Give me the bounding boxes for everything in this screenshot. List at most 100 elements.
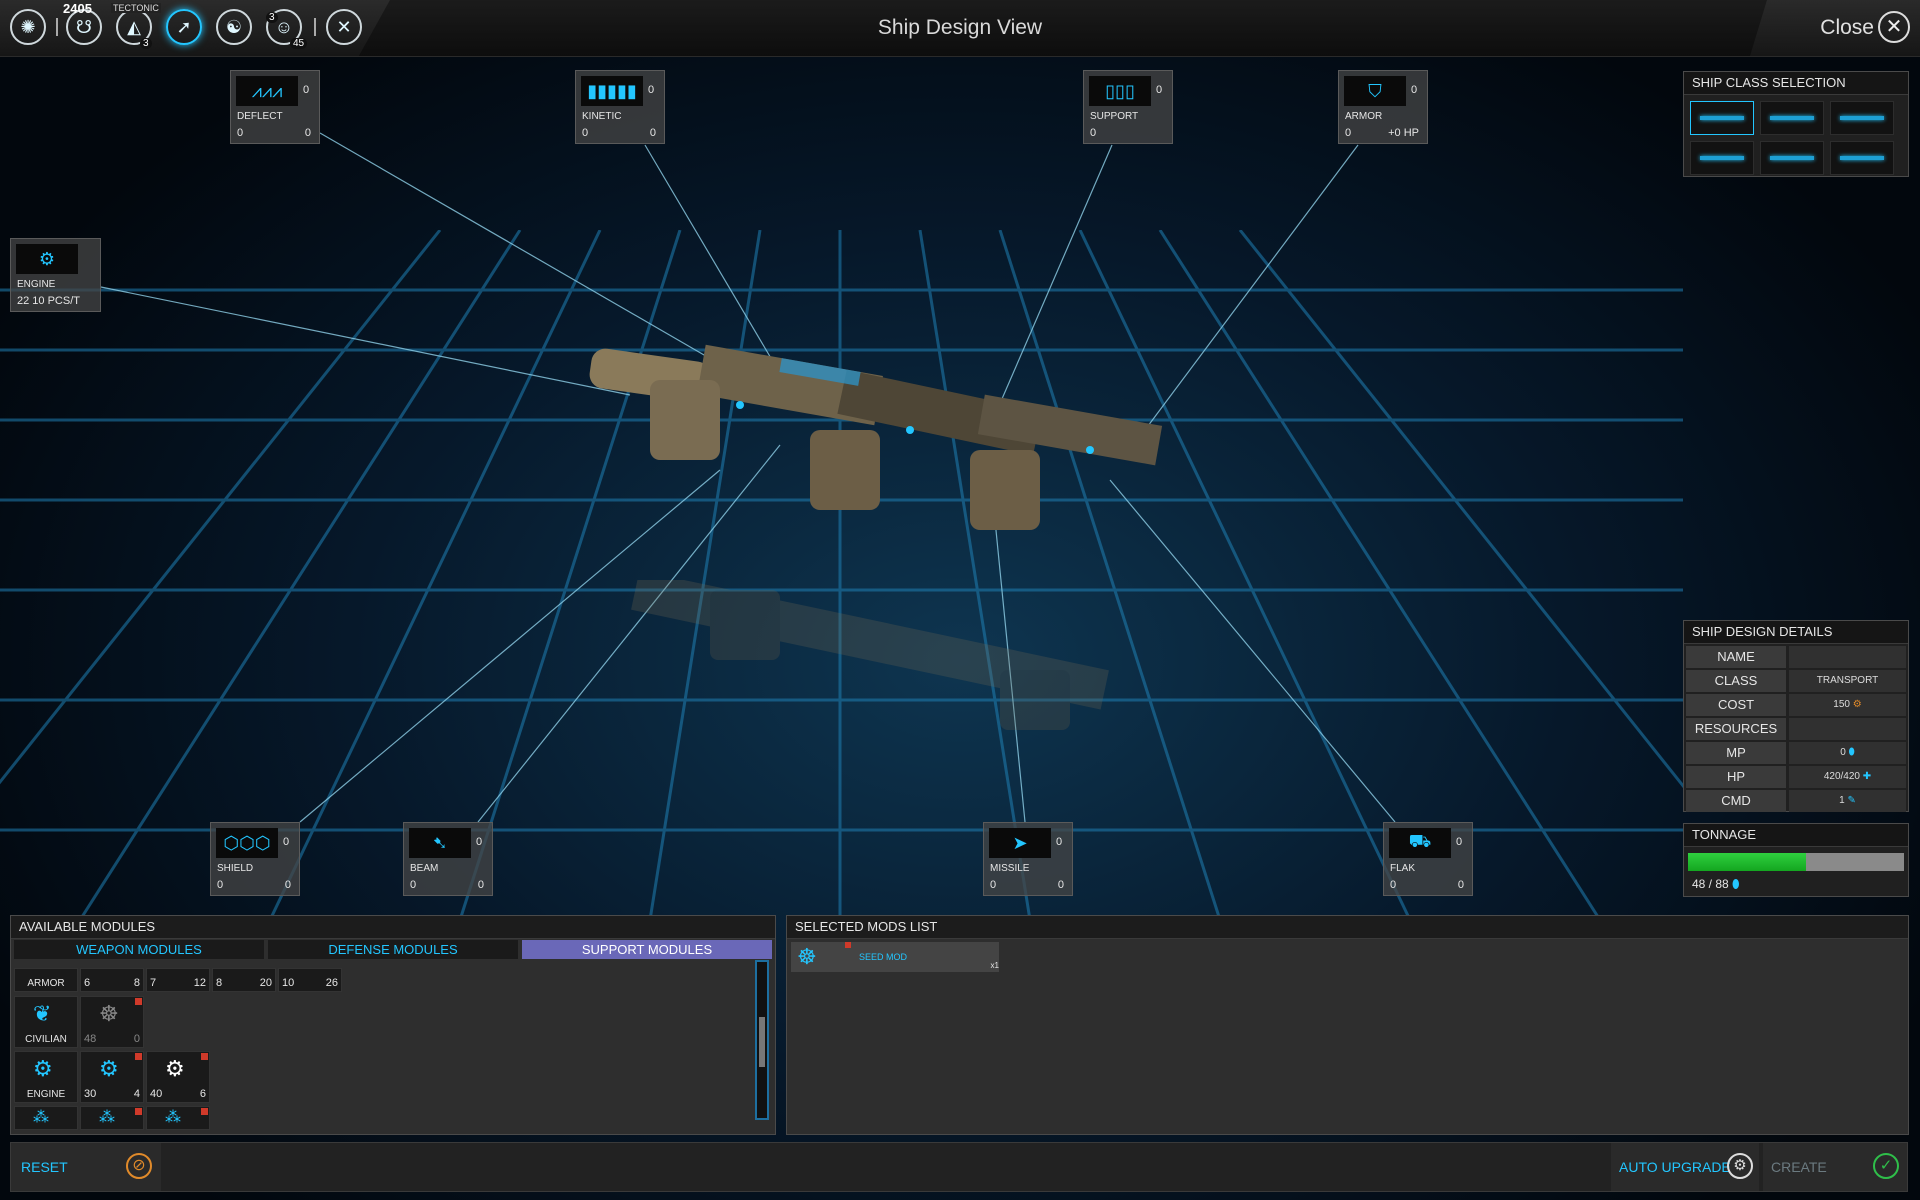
- module-stat: 4: [133, 1088, 140, 1100]
- slot-shield[interactable]: ⬡⬡⬡ 0 SHIELD 0 0: [210, 822, 300, 896]
- ship-model[interactable]: [580, 330, 1180, 560]
- seed-mod-icon: ☸: [99, 1001, 119, 1026]
- detail-value: 0 ⬮: [1789, 742, 1906, 764]
- ship-name-field[interactable]: [1789, 646, 1906, 668]
- missile-icon: ➤: [989, 828, 1051, 858]
- slot-count: 0: [1056, 836, 1063, 848]
- detail-row-cmd: CMD 1 ✎: [1686, 790, 1906, 812]
- tab-support-modules[interactable]: SUPPORT MODULES: [522, 940, 772, 959]
- reset-icon[interactable]: ⊘: [126, 1153, 152, 1179]
- detail-key: MP: [1686, 742, 1786, 764]
- module-stat: 26: [325, 977, 338, 989]
- detail-key: RESOURCES: [1686, 718, 1786, 740]
- detail-value: 420/420 ✚: [1789, 766, 1906, 788]
- ship-design-details-panel: SHIP DESIGN DETAILS NAME CLASS TRANSPORT …: [1683, 620, 1909, 812]
- slot-beam[interactable]: ➷ 0 BEAM 0 0: [403, 822, 493, 896]
- close-button[interactable]: Close ✕: [1750, 0, 1920, 56]
- module-next-2[interactable]: ⁂: [146, 1106, 210, 1130]
- slot-flak[interactable]: ⛟ 0 FLAK 0 0: [1383, 822, 1473, 896]
- engine-icon: ⚙: [99, 1056, 119, 1081]
- slot-stat: 0: [990, 879, 997, 891]
- tonnage-value: 48 / 88: [1692, 877, 1729, 891]
- slot-count: 0: [648, 84, 655, 96]
- slot-support[interactable]: ▯▯▯ 0 SUPPORT 0: [1083, 70, 1173, 144]
- auto-upgrade-button[interactable]: AUTO UPGRADE ⚙: [1611, 1143, 1759, 1191]
- selected-mod-name: SEED MOD: [859, 952, 908, 962]
- engine-icon: ⚙: [33, 1056, 53, 1081]
- ship-class-option[interactable]: [1690, 141, 1754, 175]
- slot-name: BEAM: [410, 863, 439, 874]
- module-stat: 20: [259, 977, 272, 989]
- detail-row-class: CLASS TRANSPORT: [1686, 670, 1906, 692]
- unavailable-flag: [201, 1108, 208, 1115]
- selected-mod-qty: x1: [990, 961, 999, 970]
- reset-button[interactable]: RESET ⊘: [11, 1143, 161, 1191]
- slot-count: 0: [1156, 84, 1163, 96]
- ship-class-option[interactable]: [1690, 101, 1754, 135]
- armor-shield-icon: ⛉: [1344, 76, 1406, 106]
- gear-icon[interactable]: ⚙: [1727, 1153, 1753, 1179]
- slot-count: 0: [1456, 836, 1463, 848]
- beam-icon: ➷: [409, 828, 471, 858]
- modules-scrollbar[interactable]: [755, 960, 769, 1120]
- ship-reflection: [631, 580, 1109, 730]
- slot-stat: 0: [284, 879, 291, 891]
- tab-weapon-modules[interactable]: WEAPON MODULES: [14, 940, 264, 959]
- module-armor-4[interactable]: 10 26: [278, 968, 342, 992]
- ship-class-option[interactable]: [1760, 141, 1824, 175]
- support-icon: ▯▯▯: [1089, 76, 1151, 106]
- close-label[interactable]: Close: [1820, 16, 1874, 40]
- scrollbar-thumb[interactable]: [759, 1017, 765, 1067]
- module-engine-2[interactable]: ⚙ 40 6: [146, 1051, 210, 1103]
- flak-icon: ⛟: [1389, 828, 1451, 858]
- module-stat: 40: [150, 1088, 163, 1100]
- module-category-engine: ⚙ ENGINE: [14, 1051, 78, 1103]
- module-stat: 8: [216, 977, 223, 989]
- slot-count: 0: [303, 84, 310, 96]
- slot-count: 0: [283, 836, 290, 848]
- cluster-icon: ⁂: [33, 1109, 49, 1126]
- mp-value: 0: [1840, 747, 1846, 758]
- module-seed-mod[interactable]: ☸ 48 0: [80, 996, 144, 1048]
- tab-defense-modules[interactable]: DEFENSE MODULES: [268, 940, 518, 959]
- selected-mod-item[interactable]: ☸ SEED MOD x1: [791, 942, 999, 972]
- panel-title: SHIP DESIGN DETAILS: [1684, 621, 1908, 644]
- slot-stat: 0: [1457, 879, 1464, 891]
- detail-row-resources: RESOURCES: [1686, 718, 1906, 740]
- tonnage-bar: [1688, 853, 1904, 871]
- close-icon[interactable]: ✕: [1878, 11, 1910, 43]
- panel-title: TONNAGE: [1684, 824, 1908, 847]
- slot-kinetic[interactable]: ▮▮▮▮▮ 0 KINETIC 0 0: [575, 70, 665, 144]
- module-engine-1[interactable]: ⚙ 30 4: [80, 1051, 144, 1103]
- module-armor-2[interactable]: 7 12: [146, 968, 210, 992]
- slot-stat: 0: [1390, 879, 1397, 891]
- slot-stat: 0: [649, 127, 656, 139]
- auto-upgrade-label[interactable]: AUTO UPGRADE: [1619, 1159, 1731, 1175]
- ship-class-option[interactable]: [1760, 101, 1824, 135]
- ship-class-option[interactable]: [1830, 101, 1894, 135]
- module-armor-3[interactable]: 8 20: [212, 968, 276, 992]
- slot-engine[interactable]: ⚙ ENGINE 22 10 PCS/T: [10, 238, 101, 312]
- duck-icon: ❦: [33, 1001, 52, 1026]
- footer-bar: RESET ⊘ AUTO UPGRADE ⚙ CREATE ✓: [10, 1142, 1908, 1192]
- ship-class-option[interactable]: [1830, 141, 1894, 175]
- slot-deflect[interactable]: ⩘⩘⩘ 0 DEFLECT 0 0: [230, 70, 320, 144]
- module-stat: 0: [133, 1033, 140, 1045]
- slot-missile[interactable]: ➤ 0 MISSILE 0 0: [983, 822, 1073, 896]
- panel-title: SHIP CLASS SELECTION: [1684, 72, 1908, 95]
- slot-name: ARMOR: [1345, 111, 1383, 122]
- slot-stat: 0: [1345, 127, 1352, 139]
- reset-label[interactable]: RESET: [21, 1159, 68, 1175]
- detail-key: NAME: [1686, 646, 1786, 668]
- slot-armor[interactable]: ⛉ 0 ARMOR 0 +0 HP: [1338, 70, 1428, 144]
- ship-class-panel: SHIP CLASS SELECTION: [1683, 71, 1909, 177]
- create-label[interactable]: CREATE: [1771, 1159, 1827, 1175]
- module-stat: 6: [199, 1088, 206, 1100]
- checkmark-icon[interactable]: ✓: [1873, 1153, 1899, 1179]
- module-armor-1[interactable]: 68: [80, 968, 144, 992]
- planet-label: TECTONIC: [111, 3, 161, 13]
- slot-stat: 0: [582, 127, 589, 139]
- module-next-1[interactable]: ⁂: [80, 1106, 144, 1130]
- module-category-civilian: ❦ CIVILIAN: [14, 996, 78, 1048]
- create-button[interactable]: CREATE ✓: [1763, 1143, 1907, 1191]
